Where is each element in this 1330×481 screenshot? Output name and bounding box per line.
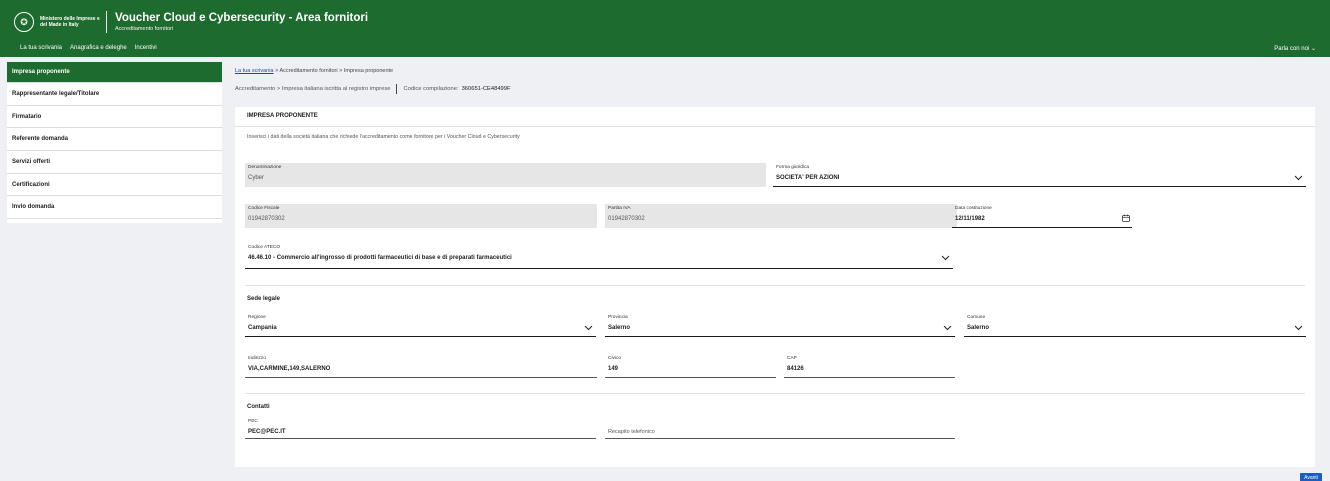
breadcrumb-home-link[interactable]: La tua scrivania [235,68,274,74]
nav-anagrafica-deleghe[interactable]: Anagrafica e deleghe [70,45,127,51]
avanti-button[interactable]: Avanti [1300,473,1322,481]
provincia-select[interactable]: Provincia Salerno [605,313,955,337]
provincia-label: Provincia [608,315,628,320]
breadcrumb-separator: > [339,68,343,74]
forma-giuridica-label: Forma giuridica [776,165,810,170]
pec-input[interactable]: PEC PEC@PEC.IT [245,417,596,439]
card-intro: Inserisci i dati della società italiana … [247,134,520,140]
forma-giuridica-select[interactable]: Forma giuridica SOCIETA' PER AZIONI [773,163,1306,187]
compilation-code: 360651-CE48499F [461,86,511,92]
app-header: ✪ Ministero delle Imprese e del Made in … [0,0,1330,57]
compilation-code-label: Codice compilazione: [403,86,459,92]
sidebar-item-invio-domanda[interactable]: Invio domanda [7,196,222,220]
card-divider [235,126,1315,127]
nav-incentivi[interactable]: Incentivi [135,45,157,51]
codice-fiscale-label: Codice Fiscale [248,206,280,211]
recapito-telefonico-input[interactable]: Recapito telefonico [605,417,955,439]
codice-fiscale-value: 01942870302 [248,216,285,222]
app-title: Voucher Cloud e Cybersecurity - Area for… [115,12,369,24]
app-subtitle: Accreditamento fornitori [115,26,174,32]
regione-value: Campania [248,325,277,331]
breadcrumb-separator: > [275,68,279,74]
italy-emblem-icon: ✪ [14,12,34,32]
denominazione-field: Denominazione Cyber [245,163,766,187]
indirizzo-input[interactable]: Indirizzo VIA,CARMINE,149,SALERNO [245,354,597,378]
parla-con-noi-menu[interactable]: Parla con noi ⌄ [1274,45,1316,52]
app-title-block: Voucher Cloud e Cybersecurity - Area for… [115,12,368,32]
data-costituzione-label: Data costituzione [955,206,992,211]
chevron-down-icon [1294,174,1303,181]
codice-ateco-label: Codice ATECO [248,245,281,250]
parla-con-noi-label: Parla con noi [1274,46,1310,52]
codice-ateco-value: 46.46.10 - Commercio all'ingrosso di pro… [248,255,512,261]
header-divider [106,11,107,33]
calendar-icon[interactable] [1122,214,1130,222]
data-costituzione-input[interactable]: Data costituzione 12/11/1982 [952,204,1132,228]
section-divider [245,285,1305,286]
breadcrumb-item: Accreditamento fornitori [279,68,338,74]
sidebar-item-referente-domanda[interactable]: Referente domanda [7,128,222,152]
contatti-heading: Contatti [247,404,270,410]
indirizzo-label: Indirizzo [248,356,266,361]
partita-iva-label: Partita IVA [608,206,631,211]
nav-la-tua-scrivania[interactable]: La tua scrivania [20,45,62,51]
chevron-down-icon [941,254,950,261]
civico-label: Civico [608,356,622,361]
civico-input[interactable]: Civico 149 [605,354,776,378]
compilation-path: Accreditamento > Impresa italiana iscrit… [235,86,391,92]
denominazione-value: Cyber [248,175,265,181]
denominazione-label: Denominazione [248,165,282,170]
data-costituzione-value: 12/11/1982 [955,216,985,222]
chevron-down-icon: ⌄ [1310,46,1316,52]
compilation-bar: Accreditamento > Impresa italiana iscrit… [235,84,511,94]
breadcrumb-item: Impresa proponente [343,68,394,74]
top-nav: La tua scrivania Anagrafica e deleghe In… [20,45,157,51]
recapito-telefonico-label: Recapito telefonico [608,429,655,435]
sede-legale-heading: Sede legale [247,296,281,302]
subbar-divider [396,84,398,94]
indirizzo-value: VIA,CARMINE,149,SALERNO [248,366,331,372]
codice-fiscale-field: Codice Fiscale 01942870302 [245,204,597,228]
comune-value: Salerno [967,325,990,331]
card-title: IMPRESA PROPONENTE [247,113,318,119]
chevron-down-icon [584,324,593,331]
regione-label: Regione [248,315,266,320]
sidebar: Impresa proponente Rappresentante legale… [7,62,222,223]
regione-select[interactable]: Regione Campania [245,313,596,337]
sidebar-item-certificazioni[interactable]: Certificazioni [7,174,222,197]
chevron-down-icon [943,324,952,331]
cap-label: CAP [787,356,797,361]
codice-ateco-select[interactable]: Codice ATECO 46.46.10 - Commercio all'in… [245,243,953,269]
partita-iva-field: Partita IVA 01942870302 [605,204,957,228]
sidebar-item-servizi-offerti[interactable]: Servizi offerti [7,151,222,174]
provincia-value: Salerno [608,325,631,331]
sidebar-item-firmatario[interactable]: Firmatario [7,106,222,129]
cap-value: 84126 [787,366,804,372]
comune-label: Comune [967,315,986,320]
forma-giuridica-value: SOCIETA' PER AZIONI [776,175,840,181]
sidebar-item-rappresentante-legale[interactable]: Rappresentante legale/Titolare [7,83,222,106]
cap-input[interactable]: CAP 84126 [784,354,955,378]
comune-select[interactable]: Comune Salerno [964,313,1306,337]
pec-label: PEC [248,419,258,424]
civico-value: 149 [608,366,619,372]
chevron-down-icon [1294,324,1303,331]
ministry-name: Ministero delle Imprese e del Made in It… [40,16,100,28]
header-brand[interactable]: ✪ Ministero delle Imprese e del Made in … [14,11,368,33]
partita-iva-value: 01942870302 [608,216,645,222]
sidebar-item-impresa-proponente[interactable]: Impresa proponente [7,62,222,83]
section-divider [245,393,1305,394]
pec-value: PEC@PEC.IT [248,429,286,435]
breadcrumb: La tua scrivania > Accreditamento fornit… [235,68,393,74]
impresa-proponente-card: IMPRESA PROPONENTE Inserisci i dati dell… [235,107,1315,467]
